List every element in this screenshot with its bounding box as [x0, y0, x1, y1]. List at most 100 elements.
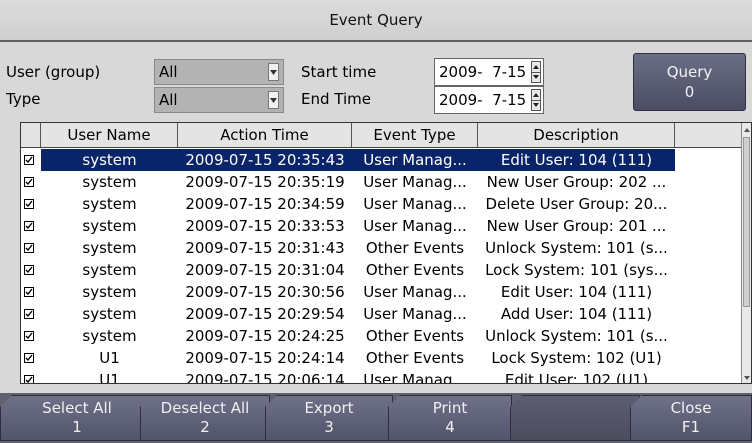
spin-up-icon[interactable]	[532, 62, 540, 72]
cell-event-type: User Manag...	[363, 305, 467, 323]
table-row[interactable]: system 2009-07-15 20:31:43 Other Events Unl…	[21, 237, 675, 259]
checkbox-checked-icon[interactable]	[24, 155, 34, 165]
row-checkbox[interactable]	[21, 259, 41, 281]
cell-description: Lock System: 102 (U1)	[491, 349, 662, 367]
cell-description: New User Group: 201 ...	[486, 217, 667, 235]
cell-description: Edit User: 104 (111)	[500, 283, 653, 301]
cell-user-name: system	[82, 283, 137, 301]
user-group-select[interactable]: All	[154, 59, 284, 85]
row-checkbox[interactable]	[21, 369, 41, 383]
scroll-down-icon[interactable]	[742, 373, 751, 383]
column-header-event-type[interactable]: Event Type	[352, 123, 478, 147]
select-all-key: 1	[72, 418, 82, 436]
chevron-down-icon[interactable]	[268, 63, 279, 81]
vertical-scrollbar[interactable]	[741, 123, 751, 383]
spin-up-icon[interactable]	[532, 90, 540, 100]
end-time-field[interactable]: 2009- 7-15	[434, 86, 544, 114]
empty-function-button	[510, 395, 640, 441]
column-header-spacer	[675, 123, 741, 147]
column-header-user-name[interactable]: User Name	[41, 123, 178, 147]
cell-event-type: Other Events	[365, 239, 465, 257]
table-header: User Name Action Time Event Type Descrip…	[21, 123, 741, 148]
query-button[interactable]: Query 0	[633, 53, 746, 111]
column-header-action-time[interactable]: Action Time	[178, 123, 352, 147]
type-select[interactable]: All	[154, 87, 284, 113]
cell-event-type: User Manag...	[363, 283, 467, 301]
scroll-up-icon[interactable]	[742, 125, 751, 135]
checkbox-checked-icon[interactable]	[24, 243, 34, 253]
row-checkbox[interactable]	[21, 171, 41, 193]
start-time-label: Start time	[301, 63, 377, 81]
close-button[interactable]: Close F1	[630, 395, 752, 441]
cell-user-name: system	[82, 195, 137, 213]
row-checkbox[interactable]	[21, 193, 41, 215]
cell-action-time: 2009-07-15 20:31:04	[185, 261, 345, 279]
table-row[interactable]: system 2009-07-15 20:34:59 User Manag... De…	[21, 193, 675, 215]
cell-action-time: 2009-07-15 20:30:56	[185, 283, 345, 301]
cell-action-time: 2009-07-15 20:31:43	[185, 239, 345, 257]
table-row[interactable]: system 2009-07-15 20:24:25 Other Events Unl…	[21, 325, 675, 347]
checkbox-checked-icon[interactable]	[24, 375, 34, 383]
row-checkbox[interactable]	[21, 347, 41, 369]
cell-user-name: U1	[99, 349, 120, 367]
checkbox-checked-icon[interactable]	[24, 199, 34, 209]
row-checkbox[interactable]	[21, 281, 41, 303]
column-header-description[interactable]: Description	[478, 123, 675, 147]
export-button[interactable]: Export 3	[265, 395, 393, 441]
cell-description: New User Group: 202 ...	[486, 173, 667, 191]
checkbox-checked-icon[interactable]	[24, 177, 34, 187]
table-row[interactable]: U1 2009-07-15 20:06:14 User Manag... Edit U…	[21, 369, 675, 384]
cell-user-name: system	[82, 327, 137, 345]
checkbox-checked-icon[interactable]	[24, 221, 34, 231]
table-row[interactable]: system 2009-07-15 20:35:43 User Manag... Ed…	[21, 149, 675, 171]
cell-user-name: system	[41, 149, 178, 171]
query-button-label: Query	[666, 63, 713, 81]
checkbox-checked-icon[interactable]	[24, 309, 34, 319]
close-label: Close	[670, 399, 712, 417]
table-row[interactable]: system 2009-07-15 20:29:54 User Manag... Ad…	[21, 303, 675, 325]
row-checkbox[interactable]	[21, 237, 41, 259]
deselect-all-key: 2	[200, 418, 210, 436]
table-row[interactable]: system 2009-07-15 20:30:56 User Manag... Ed…	[21, 281, 675, 303]
cell-description: Edit User: 104 (111)	[478, 149, 675, 171]
spin-down-icon[interactable]	[532, 99, 540, 111]
row-checkbox[interactable]	[21, 215, 41, 237]
cell-user-name: system	[82, 305, 137, 323]
cell-action-time: 2009-07-15 20:33:53	[185, 217, 345, 235]
type-value: All	[159, 91, 178, 109]
select-all-label: Select All	[42, 399, 112, 417]
start-time-value: 2009- 7-15	[439, 63, 527, 81]
cell-action-time: 2009-07-15 20:24:14	[185, 349, 345, 367]
cell-action-time: 2009-07-15 20:34:59	[185, 195, 345, 213]
select-all-button[interactable]: Select All 1	[0, 395, 154, 441]
checkbox-checked-icon[interactable]	[24, 331, 34, 341]
row-checkbox[interactable]	[21, 325, 41, 347]
chevron-down-icon[interactable]	[268, 91, 279, 109]
checkbox-checked-icon[interactable]	[24, 287, 34, 297]
row-checkbox[interactable]	[21, 149, 41, 171]
table-row[interactable]: system 2009-07-15 20:35:19 User Manag... Ne…	[21, 171, 675, 193]
spin-down-icon[interactable]	[532, 71, 540, 83]
deselect-all-label: Deselect All	[160, 399, 250, 417]
spin-arrows-icon[interactable]	[531, 89, 541, 111]
type-label: Type	[6, 90, 41, 108]
cell-action-time: 2009-07-15 20:24:25	[185, 327, 345, 345]
cell-user-name: system	[82, 261, 137, 279]
spin-arrows-icon[interactable]	[531, 61, 541, 83]
checkbox-checked-icon[interactable]	[24, 265, 34, 275]
row-checkbox[interactable]	[21, 303, 41, 325]
print-button[interactable]: Print 4	[388, 395, 512, 441]
start-time-field[interactable]: 2009- 7-15	[434, 58, 544, 86]
cell-event-type: User Manag...	[352, 149, 478, 171]
event-table[interactable]: User Name Action Time Event Type Descrip…	[20, 122, 752, 384]
print-label: Print	[432, 399, 468, 417]
table-row[interactable]: U1 2009-07-15 20:24:14 Other Events Lock Sy…	[21, 347, 675, 369]
cell-event-type: User Manag...	[363, 173, 467, 191]
table-row[interactable]: system 2009-07-15 20:33:53 User Manag... Ne…	[21, 215, 675, 237]
deselect-all-button[interactable]: Deselect All 2	[140, 395, 270, 441]
cell-description: Add User: 104 (111)	[500, 305, 653, 323]
scrollbar-thumb[interactable]	[743, 137, 750, 307]
checkbox-checked-icon[interactable]	[24, 353, 34, 363]
table-row[interactable]: system 2009-07-15 20:31:04 Other Events Loc…	[21, 259, 675, 281]
cell-description: Edit User: 102 (U1)	[504, 371, 649, 384]
